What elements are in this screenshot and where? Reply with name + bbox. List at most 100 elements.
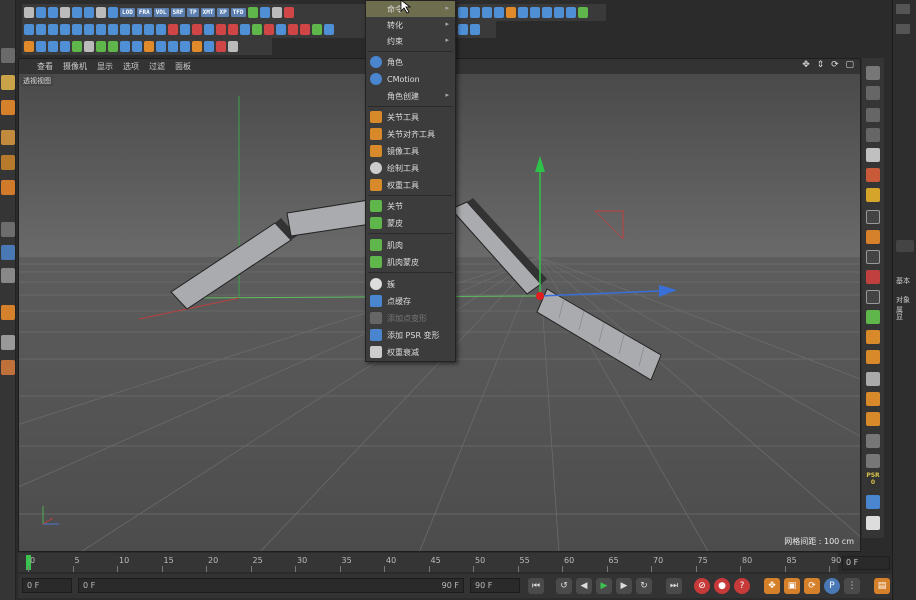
clapper-icon[interactable] [866, 290, 880, 304]
pose-morph-icon[interactable] [866, 495, 880, 509]
tool-icon[interactable] [530, 7, 540, 18]
add-icon[interactable] [866, 412, 880, 426]
render-view-icon[interactable] [866, 148, 880, 162]
keyframe-selection-icon[interactable]: ? [734, 578, 750, 594]
play-icon[interactable] [866, 270, 880, 284]
menu-item-add-psr-morph[interactable]: 添加 PSR 变形 [366, 327, 455, 343]
viewport-menu-view[interactable]: 查看 [37, 61, 53, 72]
next-key-icon[interactable]: ↻ [636, 578, 652, 594]
end-frame-field[interactable]: 90 F [470, 578, 520, 593]
previous-key-icon[interactable]: ↺ [556, 578, 572, 594]
model-mode-icon[interactable] [1, 100, 15, 115]
tool-icon[interactable] [458, 7, 468, 18]
tool-icon[interactable] [271, 7, 282, 18]
tool-icon[interactable] [276, 24, 286, 35]
gear-icon[interactable] [866, 516, 880, 530]
tool-icon[interactable] [72, 24, 82, 35]
tool-icon[interactable] [132, 41, 142, 52]
menu-item-muscle[interactable]: 肌肉 [366, 237, 455, 253]
tool-icon[interactable] [264, 24, 274, 35]
workplane-icon[interactable] [1, 335, 15, 350]
tool-icon[interactable] [180, 41, 190, 52]
clapper-icon[interactable] [866, 250, 880, 264]
viewport-menu-filter[interactable]: 过滤 [149, 61, 165, 72]
tag-srf[interactable]: SRF [170, 8, 186, 17]
grid-icon[interactable] [866, 128, 880, 142]
tool-icon[interactable] [578, 7, 588, 18]
tag-vol[interactable]: VOL [153, 8, 169, 17]
panel-icon[interactable] [896, 4, 910, 14]
record-active-icon[interactable]: ⊘ [694, 578, 710, 594]
menu-item-character-builder[interactable]: 角色创建 ▸ [366, 88, 455, 104]
scale-key-icon[interactable]: ▣ [784, 578, 800, 594]
timeline-window-icon[interactable]: ▤ [874, 578, 890, 594]
timeline-ruler[interactable]: 0 5 10 15 20 25 30 35 40 45 50 55 60 65 70 75 80 85 90 [18, 553, 841, 572]
tool-icon[interactable] [216, 41, 226, 52]
snap-icon[interactable] [1, 268, 15, 283]
gizmo-origin[interactable] [536, 292, 544, 300]
tool-icon[interactable] [240, 24, 250, 35]
axis-icon[interactable] [1, 222, 15, 237]
tool-icon[interactable] [228, 24, 238, 35]
gear-icon[interactable] [60, 7, 70, 18]
tool-icon[interactable] [283, 7, 294, 18]
tool-icon[interactable] [24, 7, 34, 18]
tool-icon[interactable] [247, 7, 258, 18]
psr-icon[interactable]: PSR 0 [866, 472, 880, 488]
tool-icon[interactable] [312, 24, 322, 35]
menu-item-convert[interactable]: 转化 ▸ [366, 17, 455, 33]
coordinate-icon[interactable] [866, 168, 880, 182]
tool-icon[interactable] [60, 41, 70, 52]
menu-item-joint-align-tool[interactable]: 关节对齐工具 [366, 126, 455, 142]
tool-icon[interactable] [204, 24, 214, 35]
tool-icon[interactable] [288, 24, 298, 35]
points-mode-icon[interactable] [1, 130, 15, 145]
viewport-menu-options[interactable]: 选项 [123, 61, 139, 72]
tool-icon[interactable] [252, 24, 262, 35]
menu-item-joint-tool[interactable]: 关节工具 [366, 109, 455, 125]
mirror-tool-icon[interactable] [866, 350, 880, 364]
weight-tool-icon[interactable] [866, 392, 880, 406]
menu-item-weight-tool[interactable]: 权重工具 [366, 177, 455, 193]
tool-icon[interactable] [259, 7, 270, 18]
point-cache-icon[interactable] [866, 454, 880, 468]
tool-icon[interactable] [108, 7, 118, 18]
tool-icon[interactable] [48, 41, 58, 52]
rotation-key-icon[interactable]: ⟳ [804, 578, 820, 594]
tool-icon[interactable] [494, 7, 504, 18]
tool-icon[interactable] [72, 41, 82, 52]
go-to-start-icon[interactable]: ⏮ [528, 578, 544, 594]
next-frame-icon[interactable]: ▶ [616, 578, 632, 594]
texture-mode-icon[interactable] [1, 75, 15, 90]
tool-icon[interactable] [144, 41, 154, 52]
tool-icon[interactable] [168, 41, 178, 52]
tag-xp[interactable]: XP [217, 8, 229, 17]
tool-icon[interactable] [300, 24, 310, 35]
menu-item-joint[interactable]: 关节 [366, 198, 455, 214]
menu-item-cluster[interactable]: 簇 [366, 276, 455, 292]
tag-fra[interactable]: FRA [136, 8, 152, 17]
menu-item-weight-falloff[interactable]: 权重衰减 [366, 344, 455, 360]
weight-tool-icon[interactable] [866, 372, 880, 386]
menu-item-character[interactable]: 角色 [366, 54, 455, 70]
menu-item-paint-tool[interactable]: 绘制工具 [366, 160, 455, 176]
joint-icon[interactable] [866, 310, 880, 324]
tool-icon[interactable] [458, 24, 468, 35]
tool-icon[interactable] [506, 7, 516, 18]
current-frame-field[interactable]: 0 F [842, 556, 890, 570]
position-key-icon[interactable]: ✥ [764, 578, 780, 594]
tool-icon[interactable] [156, 24, 166, 35]
tweak-icon[interactable] [1, 245, 15, 260]
start-frame-field[interactable]: 0 F [22, 578, 72, 593]
make-editable-icon[interactable] [1, 48, 15, 63]
menu-item-muscle-skin[interactable]: 肌肉蒙皮 [366, 254, 455, 270]
tag-tfd[interactable]: TFD [230, 8, 246, 17]
tag-tp[interactable]: TP [187, 8, 199, 17]
tool-icon[interactable] [60, 24, 70, 35]
joint-tool-icon[interactable] [866, 330, 880, 344]
autokey-icon[interactable]: ● [714, 578, 730, 594]
tool-icon[interactable] [84, 24, 94, 35]
tool-icon[interactable] [120, 41, 130, 52]
tool-icon[interactable] [168, 24, 178, 35]
grid-icon[interactable] [866, 66, 880, 80]
